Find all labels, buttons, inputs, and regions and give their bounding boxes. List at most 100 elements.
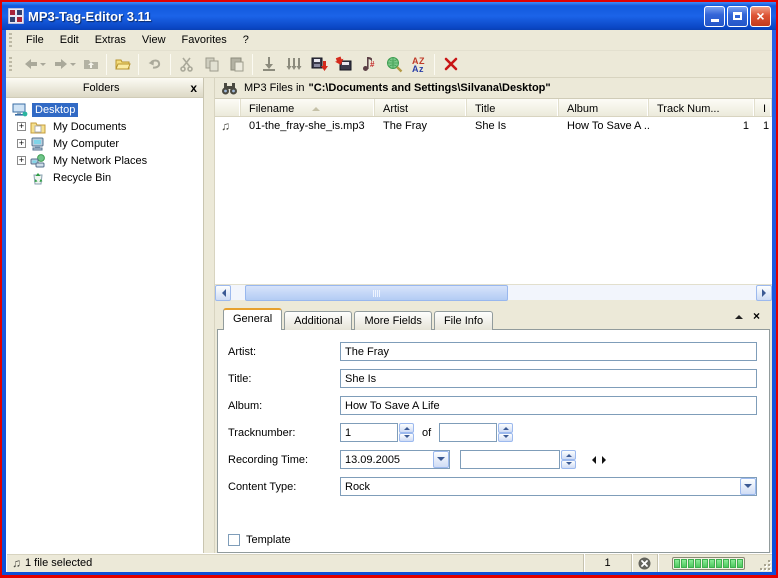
scroll-right-icon xyxy=(761,289,770,297)
expand-icon[interactable]: + xyxy=(17,139,26,148)
column-artist[interactable]: Artist xyxy=(375,99,467,116)
recording-date-dropdown-icon[interactable] xyxy=(433,451,449,468)
back-dropdown-icon[interactable] xyxy=(40,63,46,69)
track-total-input[interactable] xyxy=(439,423,498,442)
prev-arrow-icon[interactable] xyxy=(588,455,596,464)
track-total-spinner[interactable] xyxy=(498,423,514,442)
column-extra[interactable]: I xyxy=(755,99,772,116)
recording-time-input[interactable] xyxy=(460,450,560,469)
menu-file[interactable]: File xyxy=(18,32,52,48)
export-disk-icon xyxy=(311,57,328,71)
tab-general[interactable]: General xyxy=(223,308,283,330)
menu-help[interactable]: ? xyxy=(235,32,257,48)
folders-close-icon[interactable]: x xyxy=(190,81,197,95)
recording-time-spinner[interactable] xyxy=(561,450,576,469)
close-button[interactable]: × xyxy=(750,5,771,27)
toolbar-grip[interactable] xyxy=(9,57,12,71)
content-type-row: Content Type: Rock xyxy=(228,473,757,500)
next-arrow-icon[interactable] xyxy=(602,455,610,464)
open-folder-button[interactable] xyxy=(110,53,135,76)
cell-title[interactable]: She Is xyxy=(467,120,559,132)
export-disk-button[interactable] xyxy=(306,53,331,76)
import-disk-button[interactable] xyxy=(331,53,356,76)
title-input[interactable] xyxy=(340,369,757,388)
artist-input[interactable] xyxy=(340,342,757,361)
template-label: Template xyxy=(246,534,291,546)
tab-file-info[interactable]: File Info xyxy=(433,311,494,330)
renumber-tracks-button[interactable]: # xyxy=(356,53,381,76)
file-list-empty-area[interactable] xyxy=(215,135,772,284)
tree-item-my-computer[interactable]: + My Computer xyxy=(6,135,203,152)
sort-az-button[interactable]: AZAz xyxy=(406,53,431,76)
menu-edit[interactable]: Edit xyxy=(52,32,87,48)
minimize-button[interactable] xyxy=(704,5,725,27)
panel-splitter[interactable] xyxy=(204,78,214,553)
horizontal-scrollbar[interactable] xyxy=(215,284,772,301)
cut-button[interactable] xyxy=(174,53,199,76)
cell-extra[interactable]: 1 xyxy=(755,120,772,132)
tracknumber-input[interactable] xyxy=(340,423,398,442)
tree-item-desktop[interactable]: Desktop xyxy=(6,101,203,118)
paste-button[interactable] xyxy=(224,53,249,76)
scrollbar-thumb[interactable] xyxy=(245,285,508,301)
column-tracknum[interactable]: Track Num... xyxy=(649,99,755,116)
copy-button[interactable] xyxy=(199,53,224,76)
scroll-left-button[interactable] xyxy=(215,285,231,301)
close-panel-icon[interactable]: × xyxy=(753,309,760,323)
cell-filename[interactable]: 01-the_fray-she_is.mp3 xyxy=(241,120,375,132)
column-album[interactable]: Album xyxy=(559,99,649,116)
folders-panel: Folders x Desktop + My Documents + My Co… xyxy=(6,78,204,553)
path-value: "C:\Documents and Settings\Silvana\Deskt… xyxy=(308,82,551,94)
content-type-combo[interactable]: Rock xyxy=(340,477,757,496)
forward-dropdown-icon[interactable] xyxy=(70,63,76,69)
tree-item-network-places[interactable]: + My Network Places xyxy=(6,152,203,169)
window-title: MP3-Tag-Editor 3.11 xyxy=(28,8,152,24)
column-icon[interactable] xyxy=(215,99,241,116)
status-cancel[interactable] xyxy=(632,554,658,572)
undo-button[interactable] xyxy=(142,53,167,76)
menu-view[interactable]: View xyxy=(134,32,174,48)
album-input[interactable] xyxy=(340,396,757,415)
scroll-right-button[interactable] xyxy=(756,285,772,301)
tree-label-network-places[interactable]: My Network Places xyxy=(50,154,150,168)
tree-item-my-documents[interactable]: + My Documents xyxy=(6,118,203,135)
content-type-dropdown-icon[interactable] xyxy=(740,478,756,495)
folder-up-button[interactable] xyxy=(78,53,103,76)
content-type-value: Rock xyxy=(345,480,371,493)
file-row[interactable]: ♫ 01-the_fray-she_is.mp3 The Fray She Is… xyxy=(215,117,772,135)
tree-label-recycle-bin[interactable]: Recycle Bin xyxy=(50,171,114,185)
delete-button[interactable] xyxy=(438,53,463,76)
titlebar[interactable]: MP3-Tag-Editor 3.11 × xyxy=(2,2,776,30)
main-area: Folders x Desktop + My Documents + My Co… xyxy=(6,78,772,553)
expand-icon[interactable]: + xyxy=(17,122,26,131)
cell-album[interactable]: How To Save A ... xyxy=(559,120,649,132)
search-web-button[interactable] xyxy=(381,53,406,76)
menu-extras[interactable]: Extras xyxy=(87,32,134,48)
cell-artist[interactable]: The Fray xyxy=(375,120,467,132)
tree-label-my-computer[interactable]: My Computer xyxy=(50,137,122,151)
tree-label-my-documents[interactable]: My Documents xyxy=(50,120,129,134)
menu-favorites[interactable]: Favorites xyxy=(174,32,235,48)
collapse-panel-icon[interactable] xyxy=(734,311,743,319)
status-selection: ♫ 1 file selected xyxy=(6,554,584,572)
tab-more-fields[interactable]: More Fields xyxy=(354,311,432,330)
maximize-button[interactable] xyxy=(727,5,748,27)
resize-grip[interactable] xyxy=(758,554,772,572)
status-count: 1 xyxy=(584,554,632,572)
scrollbar-track[interactable] xyxy=(231,285,756,301)
tab-additional[interactable]: Additional xyxy=(284,311,353,330)
template-checkbox[interactable] xyxy=(228,534,240,546)
column-title[interactable]: Title xyxy=(467,99,559,116)
menubar-grip[interactable] xyxy=(9,33,12,47)
expand-icon[interactable]: + xyxy=(17,156,26,165)
tracknumber-spinner[interactable] xyxy=(399,423,414,442)
tree-item-recycle-bin[interactable]: Recycle Bin xyxy=(6,169,203,186)
recording-date-combo[interactable]: 13.09.2005 xyxy=(340,450,450,469)
maximize-icon xyxy=(733,12,742,20)
column-filename[interactable]: Filename xyxy=(241,99,375,116)
save-all-tags-button[interactable] xyxy=(281,53,306,76)
toolbar-separator xyxy=(138,53,139,75)
tree-label-desktop[interactable]: Desktop xyxy=(32,102,79,117)
save-tag-button[interactable] xyxy=(256,53,281,76)
cell-tracknum[interactable]: 1 xyxy=(649,120,755,132)
